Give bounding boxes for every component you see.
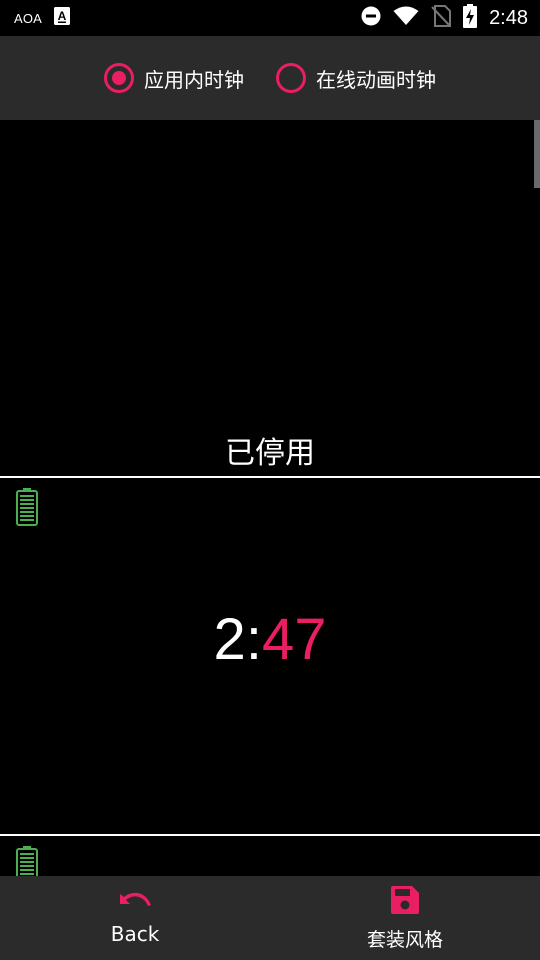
no-sim-icon [431,5,452,31]
back-button[interactable]: Back [0,876,270,960]
bottom-toolbar: Back 套装风格 [0,876,540,960]
radio-unchecked-icon[interactable] [276,63,306,93]
disabled-label: 已停用 [225,436,315,471]
radio-checked-icon[interactable] [104,63,134,93]
clock-preview-list[interactable]: 已停用 2:47 [0,120,540,876]
carrier-label: AOA [14,10,43,26]
svg-text:A: A [58,9,67,23]
suite-style-label: 套装风格 [366,928,443,951]
clock-mode-selector: 应用内时钟 在线动画时钟 [0,36,540,120]
save-floppy-icon [390,885,420,919]
clock-preview-analog[interactable] [0,838,540,876]
back-label: Back [110,922,160,946]
do-not-disturb-icon [361,6,381,30]
suite-style-button[interactable]: 套装风格 [270,876,540,960]
clock-separator: : [245,607,262,672]
clock-minute: 47 [261,607,327,672]
battery-icon [16,488,38,530]
status-bar: AOA A 2:48 [0,0,540,36]
battery-charging-icon [463,4,478,32]
status-time: 2:48 [489,6,528,29]
clock-preview-disabled[interactable]: 已停用 [0,120,540,478]
wifi-icon [393,6,419,30]
screen: AOA A 2:48 应用内时钟 在线动画时钟 已停用 2:47 Back 套装… [0,0,540,960]
accessibility-a-icon: A [54,7,71,29]
clock-time-display: 2:47 [0,606,540,673]
undo-arrow-icon [118,890,152,916]
clock-preview-digital[interactable]: 2:47 [0,480,540,836]
radio-label: 应用内时钟 [144,67,244,92]
radio-in-app-clock[interactable]: 应用内时钟 [104,63,244,93]
clock-hour: 2 [213,607,246,672]
radio-label: 在线动画时钟 [316,67,436,92]
radio-online-animated-clock[interactable]: 在线动画时钟 [276,63,436,93]
battery-icon [16,846,38,876]
